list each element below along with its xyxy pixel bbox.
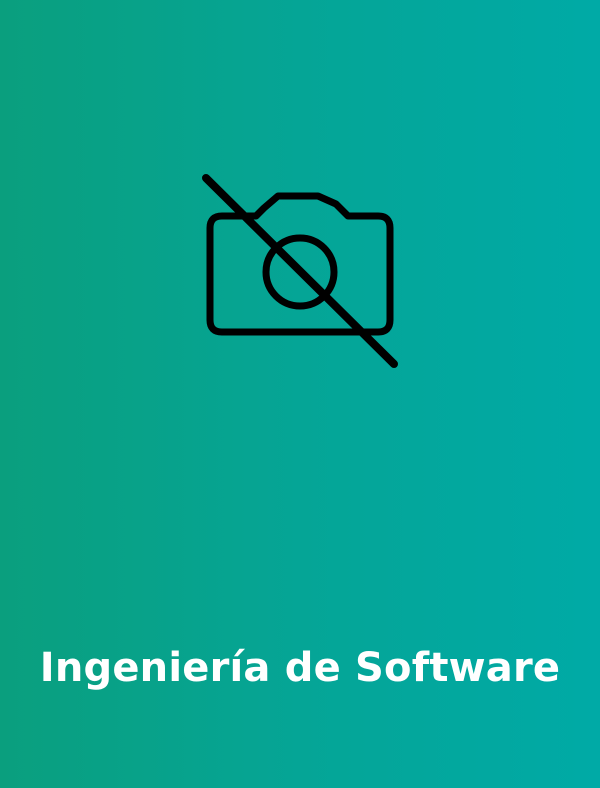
card-title: Ingeniería de Software	[39, 645, 561, 691]
course-card[interactable]: Ingeniería de Software	[0, 0, 600, 788]
camera-off-icon	[200, 172, 400, 372]
